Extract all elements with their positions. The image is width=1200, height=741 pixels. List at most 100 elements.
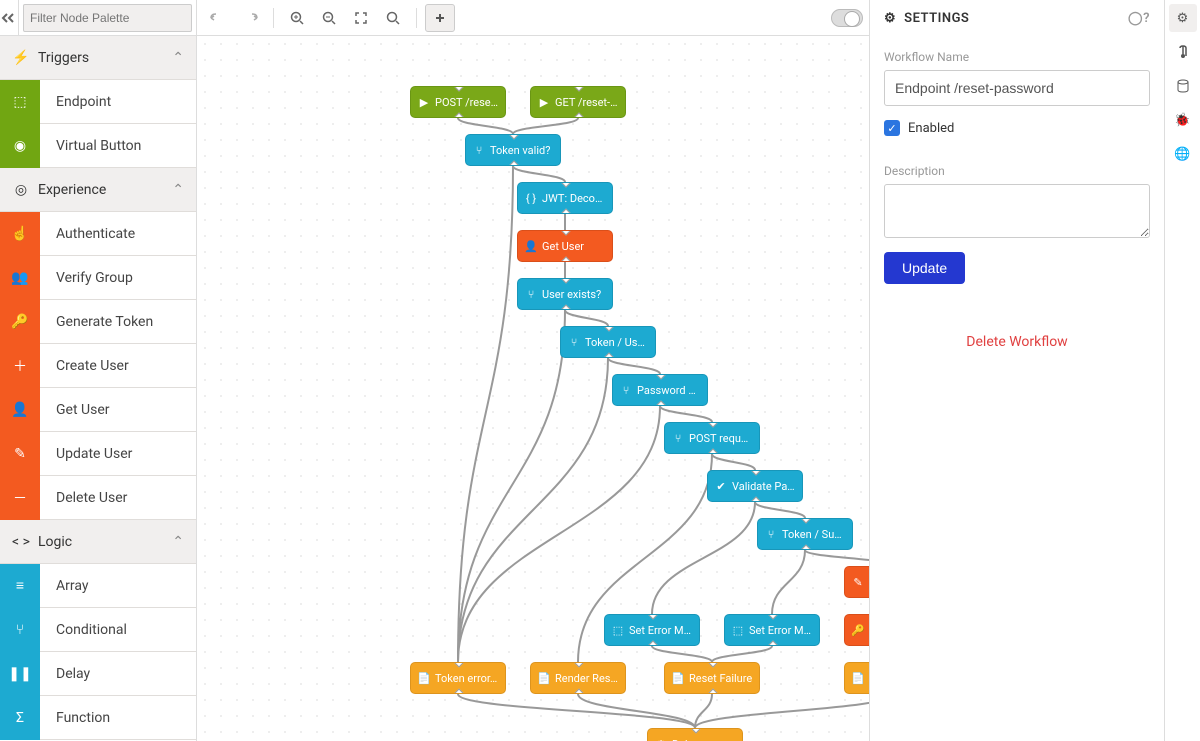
enabled-label: Enabled xyxy=(908,121,954,136)
chevron-up-icon: ⌃ xyxy=(172,182,184,198)
node-icon: 👤 xyxy=(524,240,538,253)
workflow-node[interactable]: ⚙Debug xyxy=(647,728,743,741)
node-icon: ▶ xyxy=(417,96,431,109)
fit-screen-button[interactable] xyxy=(346,4,376,32)
node-icon: ✔ xyxy=(714,480,728,493)
node-palette-sidebar: ⚡Triggers⌃⬚Endpoint◉Virtual Button◎Exper… xyxy=(0,0,197,741)
group-icon: ⚡ xyxy=(12,50,30,66)
add-node-button[interactable] xyxy=(425,4,455,32)
palette-group-experience[interactable]: ◎Experience⌃ xyxy=(0,168,196,212)
workflow-node[interactable]: 📄Go to / xyxy=(844,662,869,694)
live-toggle[interactable]: ⚙ xyxy=(831,9,863,27)
palette-item-delay[interactable]: ❚❚Delay xyxy=(0,652,196,696)
palette-group-logic[interactable]: < >Logic⌃ xyxy=(0,520,196,564)
palette-item-conditional[interactable]: ⑂Conditional xyxy=(0,608,196,652)
palette-item-authenticate[interactable]: ☝Authenticate xyxy=(0,212,196,256)
enabled-checkbox[interactable]: ✓ xyxy=(884,120,900,136)
workflow-canvas[interactable]: ▶POST /reset… ▶GET /reset-… ⑂Token valid? {… xyxy=(197,36,869,741)
help-button[interactable]: ◯? xyxy=(1128,11,1150,26)
palette-item-function[interactable]: ΣFunction xyxy=(0,696,196,740)
workflow-name-input[interactable] xyxy=(884,70,1150,106)
zoom-in-button[interactable] xyxy=(282,4,312,32)
undo-button[interactable] xyxy=(203,4,233,32)
node-icon: 🔑 xyxy=(851,624,865,637)
filter-palette-input[interactable] xyxy=(23,4,192,32)
palette-item-update-user[interactable]: ✎Update User xyxy=(0,432,196,476)
gear-icon: ⚙ xyxy=(884,11,896,26)
node-icon: 📄 xyxy=(671,672,685,685)
workflow-node[interactable]: 👤Get User xyxy=(517,230,613,262)
item-icon: ≡ xyxy=(0,564,40,608)
group-icon: < > xyxy=(12,534,30,550)
rail-settings-button[interactable]: ⚙ xyxy=(1169,4,1197,32)
palette-item-virtual-button[interactable]: ◉Virtual Button xyxy=(0,124,196,168)
item-icon: Σ xyxy=(0,696,40,740)
workflow-node[interactable]: ▶GET /reset-… xyxy=(530,86,626,118)
item-icon: 👥 xyxy=(0,256,40,300)
settings-panel: ⚙ SETTINGS ◯? Workflow Name ✓ Enabled De… xyxy=(869,0,1164,741)
palette-item-create-user[interactable]: ＋Create User xyxy=(0,344,196,388)
rail-globals-button[interactable]: 🌐 xyxy=(1169,140,1197,168)
item-icon: ☝ xyxy=(0,212,40,256)
item-icon: ＋ xyxy=(0,344,40,388)
description-input[interactable] xyxy=(884,184,1150,238)
redo-button[interactable] xyxy=(235,4,265,32)
node-icon: ⑂ xyxy=(764,528,778,541)
palette-group-triggers[interactable]: ⚡Triggers⌃ xyxy=(0,36,196,80)
right-rail: ⚙ 🐞 🌐 xyxy=(1164,0,1200,741)
gear-icon: ⚙ xyxy=(850,13,858,23)
node-icon: 📄 xyxy=(417,672,431,685)
palette-item-verify-group[interactable]: 👥Verify Group xyxy=(0,256,196,300)
workflow-node[interactable]: ⑂Token / Use… xyxy=(560,326,656,358)
palette-item-get-user[interactable]: 👤Get User xyxy=(0,388,196,432)
workflow-node[interactable]: ▶POST /reset… xyxy=(410,86,506,118)
item-icon: ⬚ xyxy=(0,80,40,124)
node-icon: ⬚ xyxy=(611,624,625,637)
zoom-out-button[interactable] xyxy=(314,4,344,32)
canvas-toolbar: ⚙ xyxy=(197,0,869,36)
delete-workflow-link[interactable]: Delete Workflow xyxy=(884,334,1150,350)
palette-item-endpoint[interactable]: ⬚Endpoint xyxy=(0,80,196,124)
settings-title: SETTINGS xyxy=(904,11,969,26)
item-icon: 👤 xyxy=(0,388,40,432)
node-icon: ⑂ xyxy=(567,336,581,349)
workflow-node[interactable]: ✎Update User xyxy=(844,566,869,598)
chevron-up-icon: ⌃ xyxy=(172,534,184,550)
item-icon: ✎ xyxy=(0,432,40,476)
rail-storage-button[interactable] xyxy=(1169,72,1197,100)
node-icon: 📄 xyxy=(851,672,865,685)
group-icon: ◎ xyxy=(12,182,30,198)
workflow-node[interactable]: 📄Reset Failure xyxy=(664,662,760,694)
workflow-node[interactable]: ✔Validate Pa… xyxy=(707,470,803,502)
node-icon: ⚙ xyxy=(654,738,668,741)
workflow-node[interactable]: ⬚Set Error M… xyxy=(724,614,820,646)
zoom-reset-button[interactable] xyxy=(378,4,408,32)
workflow-node[interactable]: ⑂Password no… xyxy=(612,374,708,406)
sidebar-header xyxy=(0,0,196,36)
palette-item-delete-user[interactable]: －Delete User xyxy=(0,476,196,520)
palette-item-generate-token[interactable]: 🔑Generate Token xyxy=(0,300,196,344)
workflow-node[interactable]: ⑂Token valid? xyxy=(465,134,561,166)
workflow-node[interactable]: ⑂POST request? xyxy=(664,422,760,454)
update-button[interactable]: Update xyxy=(884,252,965,284)
item-icon: ❚❚ xyxy=(0,652,40,696)
node-icon: { } xyxy=(524,192,538,205)
node-icon: ⑂ xyxy=(472,144,486,157)
workflow-node[interactable]: 📄Token error… xyxy=(410,662,506,694)
node-icon: ▶ xyxy=(537,96,551,109)
node-icon: ✎ xyxy=(851,576,865,589)
workflow-node[interactable]: ⬚Set Error M… xyxy=(604,614,700,646)
rail-debug-button[interactable]: 🐞 xyxy=(1169,106,1197,134)
rail-versions-button[interactable] xyxy=(1169,38,1197,66)
workflow-node[interactable]: ⑂Token / Sub… xyxy=(757,518,853,550)
item-icon: 🔑 xyxy=(0,300,40,344)
workflow-node[interactable]: { }JWT: Decode xyxy=(517,182,613,214)
item-icon: ⑂ xyxy=(0,608,40,652)
palette-item-array[interactable]: ≡Array xyxy=(0,564,196,608)
node-icon: ⬚ xyxy=(731,624,745,637)
workflow-node[interactable]: 📄Render Rese… xyxy=(530,662,626,694)
workflow-node[interactable]: ⑂User exists? xyxy=(517,278,613,310)
workflow-node[interactable]: 🔑Generate Token xyxy=(844,614,869,646)
node-icon: ⑂ xyxy=(619,384,633,397)
collapse-sidebar-button[interactable] xyxy=(0,0,19,36)
